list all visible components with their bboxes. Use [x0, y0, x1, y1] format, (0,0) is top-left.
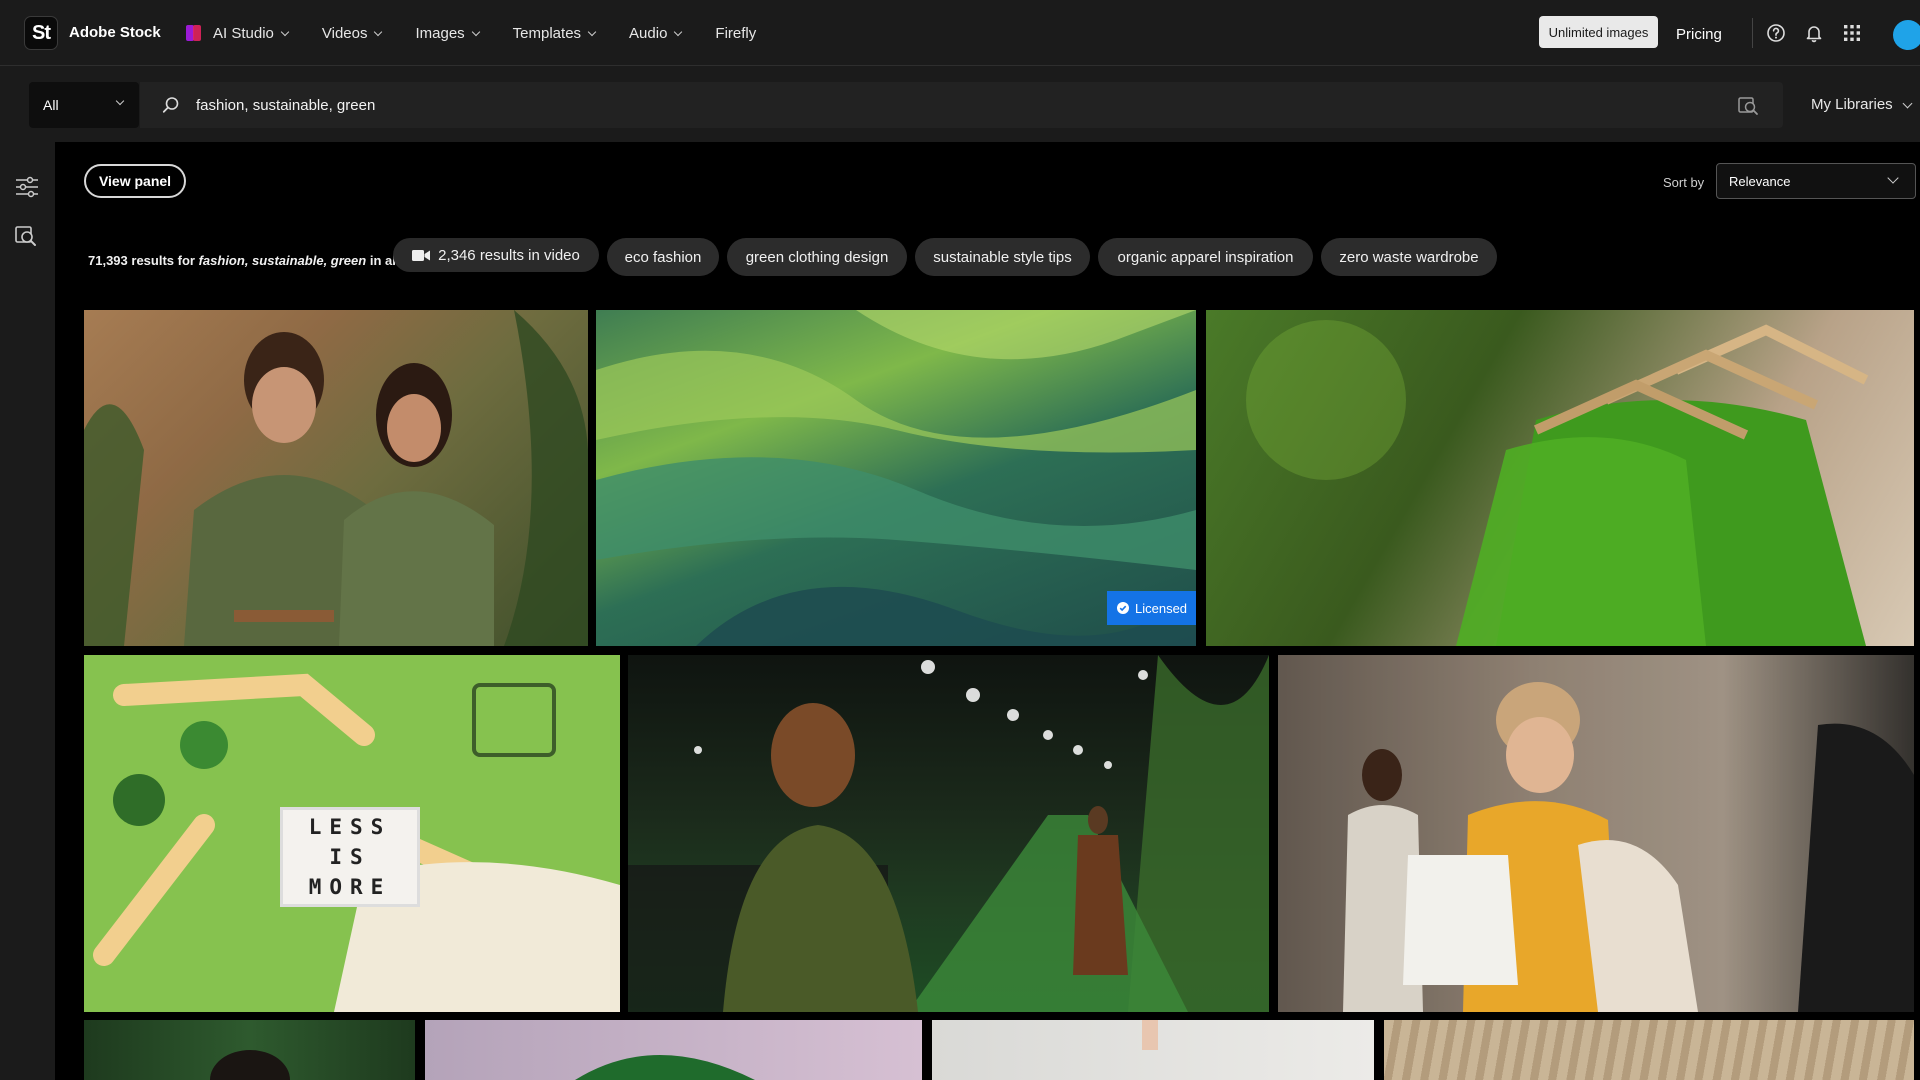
- nav-item-firefly[interactable]: Firefly: [715, 25, 756, 42]
- chevron-down-icon: [115, 96, 125, 106]
- sort-select[interactable]: Relevance: [1716, 163, 1916, 199]
- image-tile-less-is-more-letterboard[interactable]: LESS IS MORE: [84, 655, 620, 1012]
- chevron-down-icon: [280, 27, 290, 36]
- sort-by-label: Sort by: [1663, 175, 1705, 190]
- letterboard-sign: LESS IS MORE: [280, 807, 420, 907]
- tile-illustration: [84, 310, 588, 646]
- related-chip[interactable]: green clothing design: [727, 238, 907, 276]
- chevron-down-icon: [1902, 98, 1913, 108]
- search-row: All My Libraries: [0, 66, 1920, 142]
- search-box: [140, 82, 1783, 128]
- tile-illustration: [210, 1050, 290, 1080]
- user-avatar[interactable]: [1893, 20, 1920, 50]
- unlimited-images-button[interactable]: Unlimited images: [1539, 16, 1658, 48]
- tile-illustration: [1278, 655, 1914, 1012]
- top-nav: St Adobe Stock AI Studio Videos Images T…: [0, 0, 1920, 66]
- visual-search-rail-icon[interactable]: [14, 224, 40, 250]
- nav-item-ai-studio[interactable]: AI Studio: [186, 25, 290, 42]
- bell-icon[interactable]: [1803, 22, 1825, 44]
- related-chip[interactable]: zero waste wardrobe: [1321, 238, 1497, 276]
- help-icon[interactable]: [1765, 22, 1787, 44]
- chevron-down-icon: [674, 27, 683, 36]
- image-tile-pink-leaf[interactable]: [425, 1020, 922, 1080]
- nav-menu: AI Studio Videos Images Templates Audio …: [186, 0, 756, 66]
- licensed-badge: Licensed: [1107, 591, 1196, 625]
- image-tile-knit-texture[interactable]: [1384, 1020, 1914, 1080]
- image-tile-runway-green-show[interactable]: [628, 655, 1269, 1012]
- nav-item-templates[interactable]: Templates: [513, 25, 597, 42]
- brand-name[interactable]: Adobe Stock: [69, 24, 161, 41]
- image-tile-leaves-portrait[interactable]: [84, 1020, 415, 1080]
- pricing-link[interactable]: Pricing: [1676, 26, 1722, 43]
- related-chip[interactable]: sustainable style tips: [915, 238, 1090, 276]
- tile-illustration: [596, 310, 1196, 646]
- chevron-down-icon: [1887, 172, 1899, 184]
- nav-item-images[interactable]: Images: [415, 25, 480, 42]
- search-scope-select[interactable]: All: [29, 82, 139, 128]
- tile-illustration: [575, 1055, 755, 1080]
- image-tile-white-garment[interactable]: [932, 1020, 1374, 1080]
- adobe-stock-logo[interactable]: St: [24, 16, 58, 50]
- nav-item-videos[interactable]: Videos: [322, 25, 383, 42]
- search-icon: [162, 97, 179, 113]
- video-camera-icon: [412, 249, 431, 261]
- search-input[interactable]: [196, 82, 1676, 128]
- related-chip[interactable]: eco fashion: [607, 238, 719, 276]
- my-libraries-menu[interactable]: My Libraries: [1811, 96, 1913, 113]
- view-panel-button[interactable]: View panel: [84, 164, 186, 198]
- apps-grid-icon[interactable]: [1841, 22, 1863, 44]
- visual-search-icon[interactable]: [1737, 94, 1759, 116]
- chevron-down-icon: [471, 27, 480, 36]
- related-chip[interactable]: organic apparel inspiration: [1098, 238, 1313, 276]
- image-tile-woman-shopping-thrift[interactable]: [1278, 655, 1914, 1012]
- tile-illustration: [1142, 1020, 1158, 1050]
- result-count: 71,393 results for fashion, sustainable,…: [88, 253, 400, 268]
- nav-divider: [1752, 18, 1753, 48]
- filters-icon[interactable]: [14, 174, 40, 200]
- nav-item-audio[interactable]: Audio: [629, 25, 683, 42]
- image-tile-green-sweaters-hangers[interactable]: [1206, 310, 1914, 646]
- ai-studio-icon: [186, 25, 206, 41]
- chevron-down-icon: [587, 27, 597, 36]
- video-results-chip[interactable]: 2,346 results in video: [393, 238, 599, 272]
- left-rail: [0, 142, 55, 1080]
- tile-illustration: [628, 655, 1269, 1012]
- tile-illustration: [1246, 320, 1869, 646]
- check-circle-icon: [1117, 602, 1129, 614]
- chevron-down-icon: [374, 27, 383, 36]
- image-tile-green-fabric-layers[interactable]: Licensed: [596, 310, 1196, 646]
- image-tile-couple-green-linen[interactable]: [84, 310, 588, 646]
